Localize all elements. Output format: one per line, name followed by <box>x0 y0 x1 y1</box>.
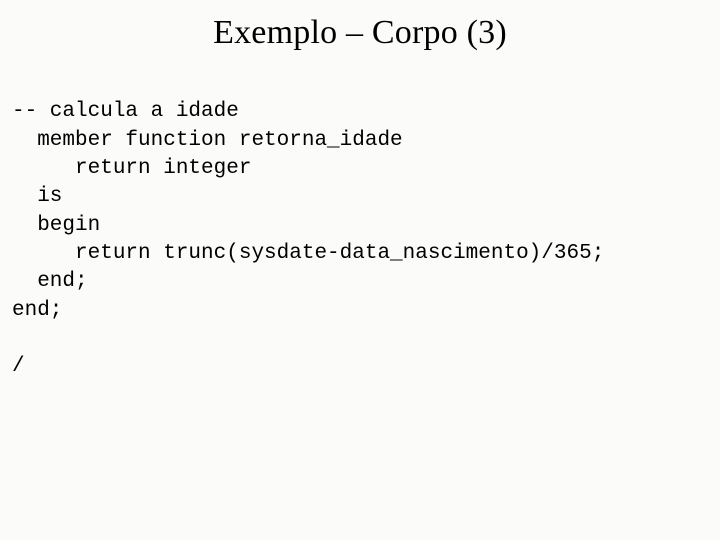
code-line: end; <box>12 299 62 322</box>
code-line: member function retorna_idade <box>12 129 403 152</box>
code-block: -- calcula a idade member function retor… <box>12 70 708 382</box>
code-line: is <box>12 185 62 208</box>
code-line: end; <box>12 270 88 293</box>
code-line: return integer <box>12 157 251 180</box>
code-line: return trunc(sysdate-data_nascimento)/36… <box>12 242 604 265</box>
slide-title: Exemplo – Corpo (3) <box>12 14 708 52</box>
code-line: / <box>12 355 25 378</box>
code-line: begin <box>12 214 100 237</box>
code-line: -- calcula a idade <box>12 100 239 123</box>
slide: Exemplo – Corpo (3) -- calcula a idade m… <box>0 0 720 540</box>
